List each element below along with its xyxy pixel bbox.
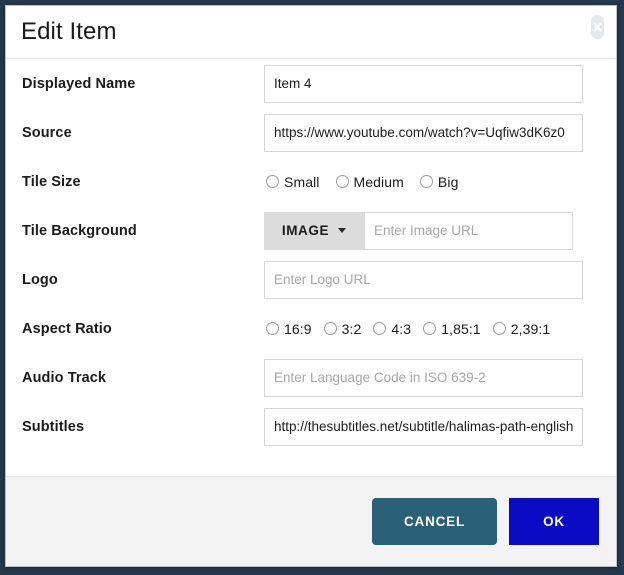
radio-circle-icon bbox=[492, 322, 506, 335]
label-logo: Logo bbox=[22, 271, 58, 288]
row-tile-background: Tile Background IMAGE bbox=[6, 206, 616, 255]
field-tile-size: Small Medium Big bbox=[264, 174, 600, 190]
field-subtitles bbox=[264, 407, 600, 446]
row-logo: Logo bbox=[6, 255, 616, 304]
ok-button[interactable]: OK bbox=[509, 498, 599, 545]
dialog-footer: CANCEL OK bbox=[6, 476, 616, 566]
radio-circle-icon bbox=[373, 322, 387, 335]
close-icon[interactable] bbox=[590, 14, 604, 40]
label-aspect-ratio: Aspect Ratio bbox=[22, 320, 112, 337]
radio-aspect-4-3[interactable]: 4:3 bbox=[373, 321, 411, 337]
radio-tile-size-big[interactable]: Big bbox=[419, 173, 459, 190]
radio-label: Big bbox=[437, 173, 459, 190]
cancel-button[interactable]: CANCEL bbox=[372, 498, 497, 545]
radio-aspect-3-2[interactable]: 3:2 bbox=[323, 320, 362, 337]
radio-label: 3:2 bbox=[341, 320, 362, 337]
source-input[interactable] bbox=[264, 113, 583, 152]
displayed-name-input[interactable] bbox=[264, 64, 583, 103]
row-tile-size: Tile Size Small Medium Big bbox=[6, 157, 616, 206]
radio-label: Medium bbox=[353, 173, 404, 190]
label-audio-track: Audio Track bbox=[22, 369, 107, 386]
tile-background-type-dropdown[interactable]: IMAGE bbox=[264, 211, 364, 250]
aspect-ratio-radio-group: 16:9 3:2 4:3 1,85:1 2,39:1 bbox=[264, 321, 562, 337]
radio-label: 1,85:1 bbox=[441, 320, 481, 337]
radio-circle-icon bbox=[266, 322, 279, 335]
row-aspect-ratio: Aspect Ratio 16:9 3:2 4:3 1,85:1 2,39:1 bbox=[6, 304, 616, 353]
tile-background-url-input[interactable] bbox=[364, 211, 573, 250]
field-aspect-ratio: 16:9 3:2 4:3 1,85:1 2,39:1 bbox=[264, 321, 600, 337]
row-audio-track: Audio Track bbox=[6, 353, 616, 402]
logo-url-input[interactable] bbox=[264, 260, 583, 299]
row-displayed-name: Displayed Name bbox=[6, 59, 616, 108]
field-logo bbox=[264, 260, 600, 299]
radio-tile-size-medium[interactable]: Medium bbox=[335, 173, 404, 190]
field-tile-background: IMAGE bbox=[264, 211, 600, 250]
radio-circle-icon bbox=[323, 322, 337, 335]
edit-item-dialog: Edit Item Displayed Name Source Tile Siz… bbox=[5, 5, 617, 567]
label-tile-background: Tile Background bbox=[22, 222, 137, 239]
field-source bbox=[264, 113, 600, 152]
radio-label: Small bbox=[284, 173, 320, 190]
page-title: Edit Item bbox=[21, 18, 117, 45]
dropdown-selected-value: IMAGE bbox=[281, 223, 330, 238]
radio-aspect-185-1[interactable]: 1,85:1 bbox=[423, 321, 481, 337]
tile-size-radio-group: Small Medium Big bbox=[264, 174, 458, 190]
field-displayed-name bbox=[264, 64, 600, 103]
audio-track-input[interactable] bbox=[264, 358, 583, 397]
label-displayed-name: Displayed Name bbox=[22, 75, 136, 92]
radio-circle-icon bbox=[419, 175, 433, 188]
row-subtitles: Subtitles bbox=[6, 402, 616, 451]
chevron-down-icon bbox=[338, 228, 347, 233]
row-source: Source bbox=[6, 108, 616, 157]
radio-tile-size-small[interactable]: Small bbox=[266, 174, 320, 190]
field-audio-track bbox=[264, 358, 600, 397]
dialog-header: Edit Item bbox=[6, 6, 616, 59]
radio-label: 16:9 bbox=[284, 320, 312, 337]
label-tile-size: Tile Size bbox=[22, 173, 81, 190]
radio-label: 2,39:1 bbox=[510, 320, 551, 337]
radio-aspect-239-1[interactable]: 2,39:1 bbox=[492, 320, 551, 337]
label-subtitles: Subtitles bbox=[22, 418, 85, 435]
label-source: Source bbox=[22, 124, 72, 141]
radio-aspect-16-9[interactable]: 16:9 bbox=[266, 321, 312, 337]
radio-circle-icon bbox=[266, 175, 279, 188]
radio-circle-icon bbox=[335, 175, 349, 188]
radio-label: 4:3 bbox=[391, 320, 412, 337]
radio-circle-icon bbox=[423, 322, 437, 335]
dialog-body: Displayed Name Source Tile Size Small bbox=[6, 59, 616, 476]
subtitles-input[interactable] bbox=[264, 407, 583, 446]
